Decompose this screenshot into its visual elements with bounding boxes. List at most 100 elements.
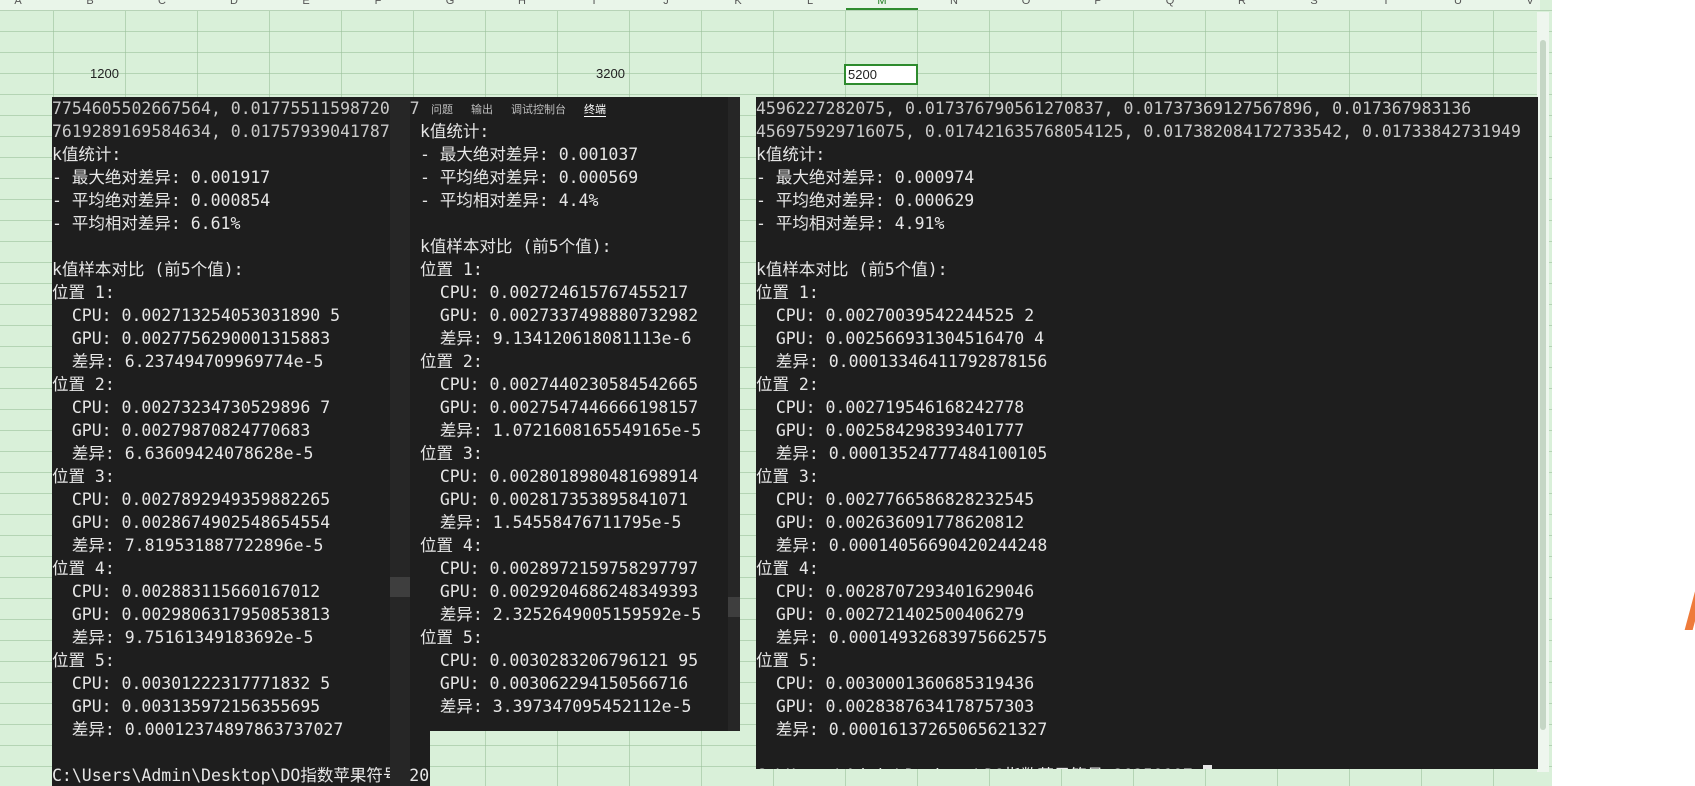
- column-header-b[interactable]: B: [54, 0, 126, 7]
- output-line: k值统计:: [420, 122, 490, 141]
- column-header-n[interactable]: N: [918, 0, 990, 7]
- position-label: 位置 4:: [52, 559, 115, 578]
- output-line: CPU: 0.0028018980481698914: [420, 467, 699, 486]
- text-cursor[interactable]: [1202, 765, 1212, 769]
- output-line: CPU: 0.0027892949359882265: [52, 490, 331, 509]
- tab-2[interactable]: 调试控制台: [511, 104, 566, 116]
- output-line: 差异: 0.00014056690420244248: [756, 536, 1048, 555]
- output-line: - 平均绝对差异: 0.000569: [420, 168, 639, 187]
- panel-tabs: 问题 输出 调试控制台 终端: [431, 101, 624, 119]
- position-label: 位置 1:: [52, 283, 115, 302]
- position-label: 位置 3:: [756, 467, 819, 486]
- terminal-window-3[interactable]: 4596227282075, 0.017376790561270837, 0.0…: [756, 97, 1538, 769]
- output-line: CPU: 0.00270039542244525 2: [756, 306, 1035, 325]
- command-prompt: C:\Users\Admin\Desktop\DO指数苹果符号_20250107…: [756, 764, 1538, 769]
- column-header-q[interactable]: Q: [1134, 0, 1206, 7]
- column-header-o[interactable]: O: [990, 0, 1062, 7]
- output-line: k值统计:: [52, 145, 122, 164]
- output-line: - 平均相对差异: 4.4%: [420, 191, 599, 210]
- column-header-l[interactable]: L: [774, 0, 846, 7]
- prompt-text: C:\Users\Admin\Desktop\DO指数苹果符号_20250107…: [756, 766, 1203, 769]
- output-line: - 平均绝对差异: 0.000854: [52, 191, 271, 210]
- output-line: CPU: 0.0030001360685319436: [756, 674, 1035, 693]
- prompt-text: C:\Users\Admin\Desktop\DO指数苹果符号_20250107…: [52, 766, 430, 785]
- output-line: 差异: 7.819531887722896e-5: [52, 536, 324, 555]
- cell-b[interactable]: 1200: [90, 66, 119, 81]
- cell-i[interactable]: 3200: [596, 66, 625, 81]
- column-header-g[interactable]: G: [414, 0, 486, 7]
- output-line: - 平均相对差异: 6.61%: [52, 214, 241, 233]
- position-label: 位置 5:: [420, 628, 483, 647]
- output-line: GPU: 0.0028387634178757303: [756, 697, 1035, 716]
- output-line: 差异: 2.3252649005159592e-5: [420, 605, 702, 624]
- column-header-a[interactable]: A: [0, 0, 54, 7]
- output-line: 差异: 1.0721608165549165e-5: [420, 421, 702, 440]
- output-line: CPU: 0.00301222317771832 5: [52, 674, 331, 693]
- column-header-m[interactable]: M: [846, 0, 918, 10]
- position-label: 位置 3:: [420, 444, 483, 463]
- output-line: 差异: 6.63609424078628e-5: [52, 444, 314, 463]
- output-line: 差异: 0.00013524777484100105: [756, 444, 1048, 463]
- output-line: - 平均相对差异: 4.91%: [756, 214, 945, 233]
- output-line: GPU: 0.002566931304516470 4: [756, 329, 1045, 348]
- column-header-row: ABCDEFGHIJKLMNOPQRSTUV: [0, 0, 1540, 11]
- output-line: GPU: 0.00279870824770683: [52, 421, 311, 440]
- scrollbar-thumb[interactable]: [390, 577, 410, 597]
- column-header-e[interactable]: E: [270, 0, 342, 7]
- column-header-r[interactable]: R: [1206, 0, 1278, 7]
- position-label: 位置 1:: [756, 283, 819, 302]
- terminal-overflow-line: 4596227282075, 0.017376790561270837, 0.0…: [756, 99, 1472, 118]
- position-label: 位置 3:: [52, 467, 115, 486]
- tab-0[interactable]: 问题: [431, 104, 453, 116]
- tab-1[interactable]: 输出: [471, 104, 493, 116]
- terminal-window-1[interactable]: 7754605502667564, 0.017755115987207777, …: [52, 97, 430, 786]
- output-line: GPU: 0.002721402500406279: [756, 605, 1025, 624]
- output-line: CPU: 0.00273234730529896 7: [52, 398, 331, 417]
- cell-m-selected[interactable]: 5200: [844, 64, 918, 85]
- position-label: 位置 2:: [52, 375, 115, 394]
- column-header-f[interactable]: F: [342, 0, 414, 7]
- output-line: GPU: 0.002817353895841071: [420, 490, 689, 509]
- column-header-j[interactable]: J: [630, 0, 702, 7]
- terminal-window-2[interactable]: k值统计: - 最大绝对差异: 0.001037 - 平均绝对差异: 0.00056…: [420, 97, 738, 731]
- output-line: CPU: 0.0028707293401629046: [756, 582, 1035, 601]
- column-header-d[interactable]: D: [198, 0, 270, 7]
- output-line: 差异: 0.00016137265065621327: [756, 720, 1048, 739]
- output-line: GPU: 0.003062294150566716: [420, 674, 689, 693]
- scrollbar-thumb[interactable]: [728, 597, 740, 617]
- column-header-c[interactable]: C: [126, 0, 198, 7]
- output-line: 差异: 0.00013346411792878156: [756, 352, 1048, 371]
- output-line: GPU: 0.0028674902548654554: [52, 513, 331, 532]
- terminal-1-scrollbar[interactable]: [390, 97, 410, 786]
- column-header-p[interactable]: P: [1062, 0, 1134, 7]
- output-line: k值样本对比 (前5个值):: [52, 260, 244, 279]
- terminal-2-scrollbar[interactable]: [728, 97, 740, 731]
- column-header-k[interactable]: K: [702, 0, 774, 7]
- output-line: 差异: 6.237494709969774e-5: [52, 352, 324, 371]
- position-label: 位置 5:: [52, 651, 115, 670]
- output-line: - 最大绝对差异: 0.000974: [756, 168, 975, 187]
- output-line: k值样本对比 (前5个值):: [756, 260, 948, 279]
- output-line: GPU: 0.0027337498880732982: [420, 306, 699, 325]
- column-header-s[interactable]: S: [1278, 0, 1350, 7]
- output-line: - 平均绝对差异: 0.000629: [756, 191, 975, 210]
- output-line: 差异: 9.134120618081113e-6: [420, 329, 692, 348]
- position-label: 位置 1:: [420, 260, 483, 279]
- position-label: 位置 2:: [420, 352, 483, 371]
- tab-3[interactable]: 终端: [584, 104, 606, 117]
- output-line: 差异: 3.397347095452112e-5: [420, 697, 692, 716]
- terminal-overflow-line: 456975929716075, 0.017421635768054125, 0…: [756, 122, 1521, 141]
- output-line: CPU: 0.002719546168242778: [756, 398, 1025, 417]
- sheet-vertical-scrollbar[interactable]: [1537, 12, 1549, 772]
- column-header-h[interactable]: H: [486, 0, 558, 7]
- column-header-u[interactable]: U: [1422, 0, 1494, 7]
- column-header-t[interactable]: T: [1350, 0, 1422, 7]
- column-header-i[interactable]: I: [558, 0, 630, 7]
- output-line: 差异: 0.00012374897863737027: [52, 720, 344, 739]
- output-line: GPU: 0.0027756290001315883: [52, 329, 331, 348]
- scrollbar-thumb[interactable]: [1540, 40, 1546, 730]
- position-label: 位置 2:: [756, 375, 819, 394]
